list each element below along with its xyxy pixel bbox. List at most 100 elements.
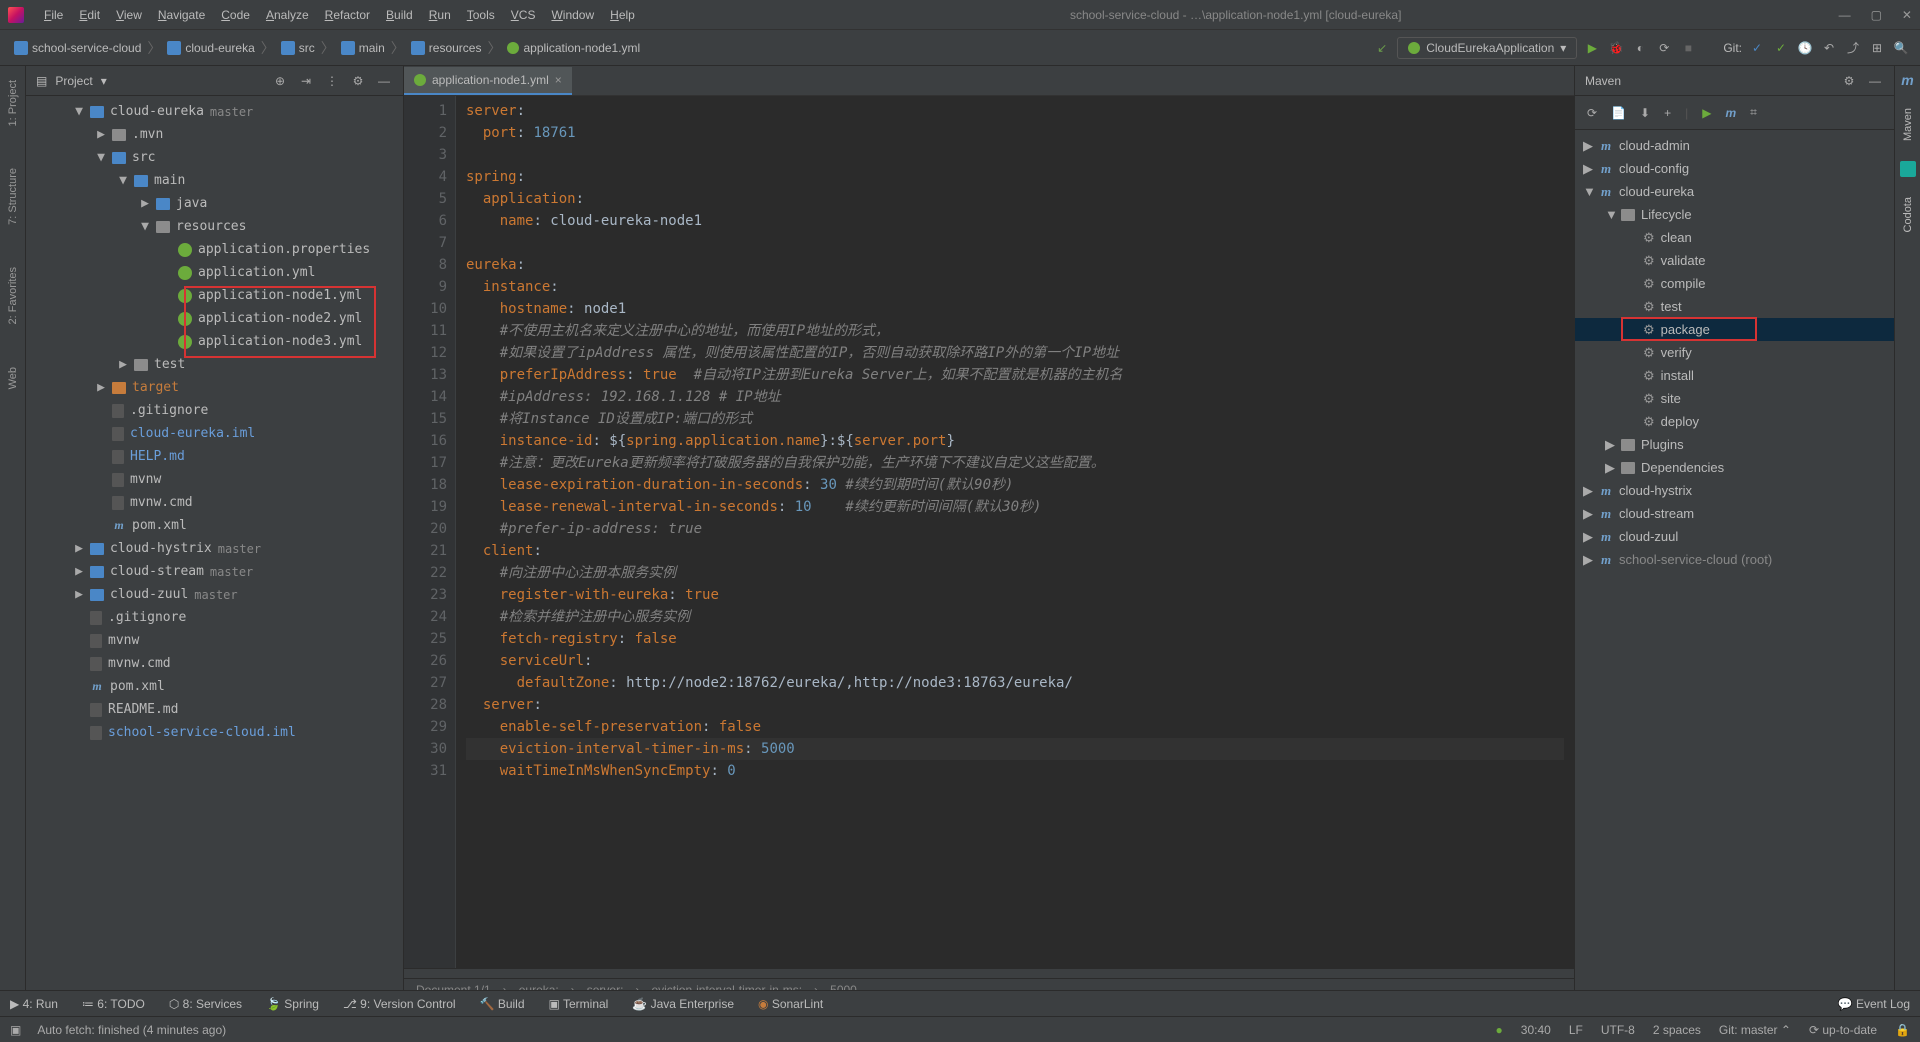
debug-button[interactable]: 🐞 <box>1607 39 1625 57</box>
maven-item[interactable]: ▶Dependencies <box>1575 456 1894 479</box>
tool-button[interactable]: ⎇ 9: Version Control <box>343 997 456 1011</box>
tool-button[interactable]: ☕ Java Enterprise <box>632 997 734 1011</box>
project-tree[interactable]: ▼cloud-eureka master▶.mvn▼src▼main▶java▼… <box>26 96 403 1000</box>
editor-tab[interactable]: application-node1.yml × <box>404 67 572 95</box>
maven-item[interactable]: ▶mcloud-admin <box>1575 134 1894 157</box>
tree-item[interactable]: mpom.xml <box>26 675 403 698</box>
menu-window[interactable]: Window <box>543 4 602 26</box>
crumb[interactable]: resources <box>407 39 486 57</box>
menu-edit[interactable]: Edit <box>71 4 108 26</box>
tree-item[interactable]: school-service-cloud.iml <box>26 721 403 744</box>
download-icon[interactable]: ⬇ <box>1640 106 1650 120</box>
maven-item[interactable]: ⚙site <box>1575 387 1894 410</box>
crumb[interactable]: school-service-cloud <box>10 39 145 57</box>
tree-item[interactable]: .gitignore <box>26 399 403 422</box>
cursor-position[interactable]: 30:40 <box>1521 1023 1551 1037</box>
maven-hide-icon[interactable]: — <box>1866 72 1884 90</box>
menu-file[interactable]: File <box>36 4 71 26</box>
expand-icon[interactable]: ⇥ <box>297 72 315 90</box>
tree-item[interactable]: application-node3.yml <box>26 330 403 353</box>
menu-vcs[interactable]: VCS <box>503 4 544 26</box>
maven-item[interactable]: ⚙package <box>1575 318 1894 341</box>
crumb[interactable]: application-node1.yml <box>503 39 644 57</box>
maven-item[interactable]: ⚙test <box>1575 295 1894 318</box>
tree-item[interactable]: ▶cloud-zuul master <box>26 583 403 606</box>
tab-codota[interactable]: Codota <box>1902 191 1914 238</box>
tree-item[interactable]: mvnw <box>26 629 403 652</box>
tree-item[interactable]: cloud-eureka.iml <box>26 422 403 445</box>
back-icon[interactable]: ↙ <box>1373 39 1391 57</box>
locate-icon[interactable]: ⊕ <box>271 72 289 90</box>
tab-web[interactable]: Web <box>7 361 19 395</box>
h-scrollbar[interactable] <box>404 968 1574 978</box>
hide-icon[interactable]: — <box>375 72 393 90</box>
tree-item[interactable]: ▶cloud-stream master <box>26 560 403 583</box>
code-editor[interactable]: server: port: 18761 spring: application:… <box>456 96 1574 968</box>
maven-tree[interactable]: ▶mcloud-admin▶mcloud-config▼mcloud-eurek… <box>1575 130 1894 1000</box>
vcs-update-icon[interactable]: ✓ <box>1748 39 1766 57</box>
maven-settings-icon[interactable]: ⚙ <box>1840 72 1858 90</box>
skip-tests-icon[interactable]: ⌗ <box>1750 105 1757 120</box>
maven-item[interactable]: ▶mcloud-stream <box>1575 502 1894 525</box>
menu-help[interactable]: Help <box>602 4 643 26</box>
crumb[interactable]: main <box>337 39 389 57</box>
vcs-commit-icon[interactable]: ✓ <box>1772 39 1790 57</box>
tool-button[interactable]: ▶ 4: Run <box>10 997 58 1011</box>
menu-tools[interactable]: Tools <box>459 4 503 26</box>
menu-code[interactable]: Code <box>213 4 258 26</box>
menu-view[interactable]: View <box>108 4 150 26</box>
tree-item[interactable]: ▶target <box>26 376 403 399</box>
tree-item[interactable]: ▶java <box>26 192 403 215</box>
tab-project[interactable]: 1: Project <box>7 74 19 132</box>
event-log-button[interactable]: 💬 Event Log <box>1838 997 1910 1011</box>
run-configuration[interactable]: CloudEurekaApplication ▾ <box>1397 37 1577 59</box>
tree-item[interactable]: application-node1.yml <box>26 284 403 307</box>
tab-close-icon[interactable]: × <box>555 73 562 87</box>
maximize-icon[interactable]: ▢ <box>1871 8 1882 22</box>
tree-item[interactable]: ▼main <box>26 169 403 192</box>
collapse-icon[interactable]: ⋮ <box>323 72 341 90</box>
maven-item[interactable]: ⚙deploy <box>1575 410 1894 433</box>
stop-button[interactable]: ■ <box>1679 39 1697 57</box>
tree-item[interactable]: application-node2.yml <box>26 307 403 330</box>
crumb[interactable]: cloud-eureka <box>163 39 258 57</box>
git-branch[interactable]: Git: master ⌃ <box>1719 1023 1791 1037</box>
search-everywhere-icon[interactable]: 🔍 <box>1892 39 1910 57</box>
line-separator[interactable]: LF <box>1569 1023 1583 1037</box>
tree-item[interactable]: ▼cloud-eureka master <box>26 100 403 123</box>
menu-navigate[interactable]: Navigate <box>150 4 213 26</box>
lock-icon[interactable]: 🔒 <box>1895 1023 1910 1037</box>
tree-item[interactable]: ▼src <box>26 146 403 169</box>
tool-window-icon[interactable]: ▣ <box>10 1023 21 1037</box>
tree-item[interactable]: .gitignore <box>26 606 403 629</box>
tree-item[interactable]: mpom.xml <box>26 514 403 537</box>
tree-item[interactable]: mvnw.cmd <box>26 652 403 675</box>
vcs-history-icon[interactable]: 🕓 <box>1796 39 1814 57</box>
run-button[interactable]: ▶ <box>1583 39 1601 57</box>
maven-m-icon[interactable]: m <box>1725 106 1736 120</box>
tree-item[interactable]: ▶test <box>26 353 403 376</box>
maven-item[interactable]: ⚙install <box>1575 364 1894 387</box>
maven-item[interactable]: ▼Lifecycle <box>1575 203 1894 226</box>
codota-tab-icon[interactable] <box>1900 161 1916 177</box>
tree-item[interactable]: mvnw.cmd <box>26 491 403 514</box>
maven-item[interactable]: ⚙verify <box>1575 341 1894 364</box>
tool-button[interactable]: ▣ Terminal <box>549 997 609 1011</box>
tab-structure[interactable]: 7: Structure <box>7 162 19 231</box>
maven-item[interactable]: ⚙clean <box>1575 226 1894 249</box>
tool-button[interactable]: ⬡ 8: Services <box>169 997 242 1011</box>
tree-item[interactable]: application.properties <box>26 238 403 261</box>
coverage-button[interactable]: ◐ <box>1631 39 1649 57</box>
tab-favorites[interactable]: 2: Favorites <box>7 261 19 330</box>
maven-item[interactable]: ▶Plugins <box>1575 433 1894 456</box>
tree-item[interactable]: ▶cloud-hystrix master <box>26 537 403 560</box>
vcs-revert-icon[interactable]: ↶ <box>1820 39 1838 57</box>
indent[interactable]: 2 spaces <box>1653 1023 1701 1037</box>
minimize-icon[interactable]: — <box>1839 8 1851 22</box>
tree-item[interactable]: application.yml <box>26 261 403 284</box>
line-gutter[interactable]: 1234567891011121314151617181920212223242… <box>404 96 456 968</box>
encoding[interactable]: UTF-8 <box>1601 1023 1635 1037</box>
reload-icon[interactable]: ⟳ <box>1587 106 1597 120</box>
tool-button[interactable]: 🍃 Spring <box>266 997 319 1011</box>
vcs-push-icon[interactable]: ⤴ <box>1844 39 1862 57</box>
